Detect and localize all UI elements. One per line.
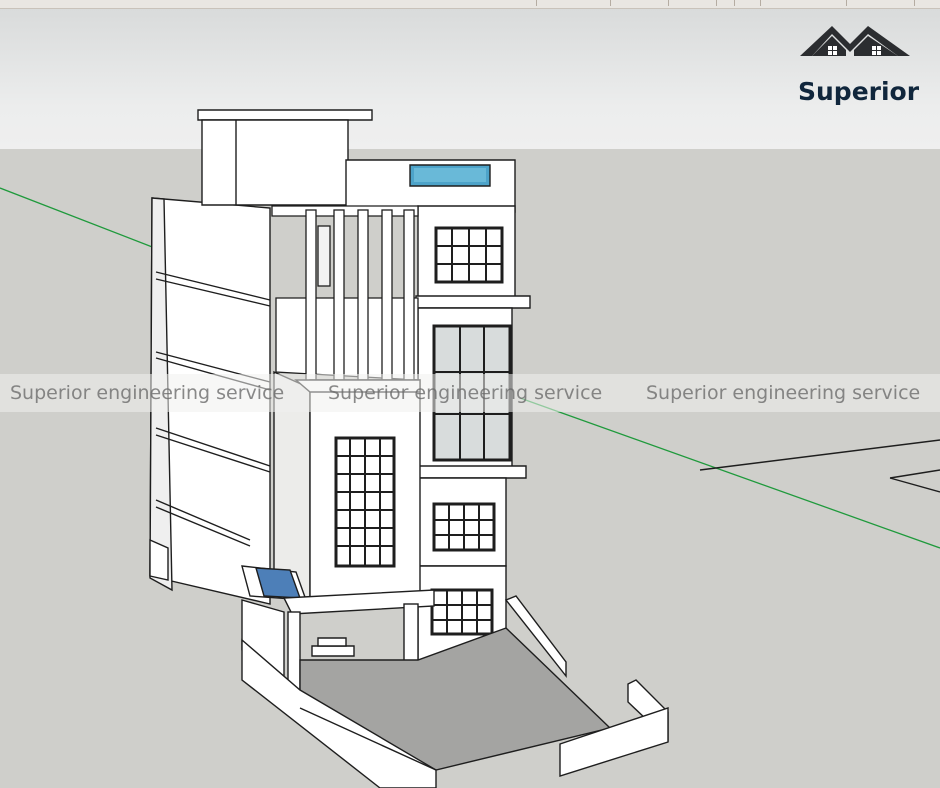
roof-stair-tower <box>197 109 516 213</box>
watermark-text: Superior engineering service <box>646 382 921 404</box>
house-roof-icon <box>800 26 910 56</box>
roof-pergola <box>271 205 419 389</box>
brand-name-text: Superior <box>798 77 920 106</box>
brand-logo: Superior <box>792 20 928 106</box>
window-ground-floor <box>430 588 494 636</box>
window-second-floor <box>432 502 496 552</box>
plot-boundary-lines <box>699 439 940 493</box>
modeling-viewport[interactable]: Superior Superior engineering service Su… <box>0 0 940 788</box>
watermark-text: Superior engineering service <box>328 382 603 404</box>
window-top-floor <box>434 226 504 284</box>
watermark-text: Superior engineering service <box>10 382 285 404</box>
watermark-band: Superior engineering service Superior en… <box>0 374 940 412</box>
